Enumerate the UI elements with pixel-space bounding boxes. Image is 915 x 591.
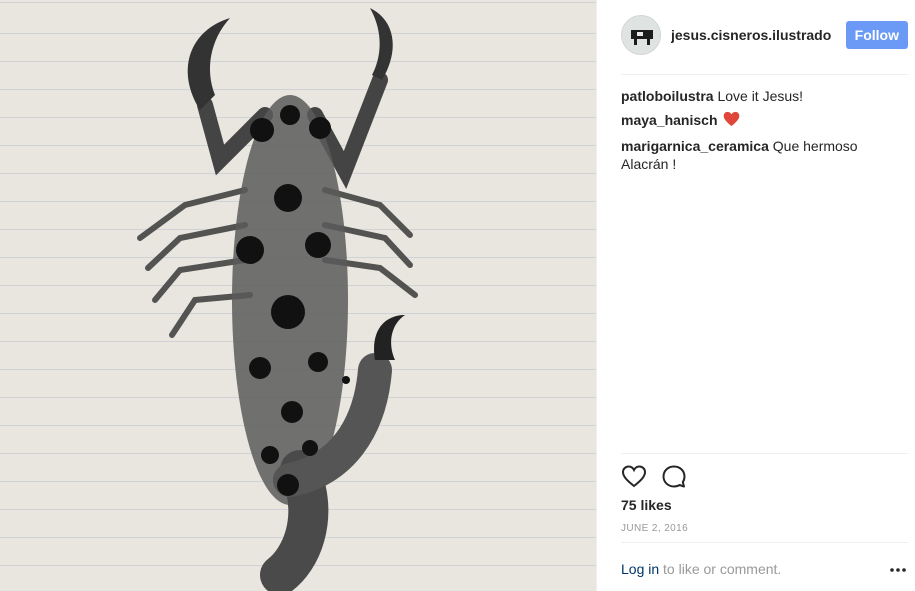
login-prompt: Log in to like or comment. — [621, 561, 781, 577]
scorpion-drawing — [137, 8, 418, 591]
post-date[interactable]: June 2, 2016 — [621, 523, 688, 534]
login-link[interactable]: Log in — [621, 561, 659, 577]
comment-item: maya_hanisch — [621, 111, 901, 131]
red-heart-emoji-icon — [723, 111, 740, 131]
divider — [621, 542, 908, 543]
comment-text: Love it Jesus! — [717, 88, 804, 104]
follow-button[interactable]: Follow — [845, 21, 908, 49]
more-options-icon[interactable] — [889, 562, 907, 578]
username[interactable]: jesus.cisneros.ilustrador — [671, 27, 831, 43]
action-bar — [621, 463, 701, 491]
comment-list: patloboilustra Love it Jesus! maya_hanis… — [621, 87, 901, 179]
post-image[interactable] — [0, 0, 596, 591]
login-suffix: to like or comment. — [663, 561, 782, 577]
speech-bubble-icon[interactable] — [661, 464, 687, 490]
avatar[interactable] — [621, 15, 661, 55]
avatar-image — [631, 30, 653, 45]
comment-author[interactable]: marigarnica_ceramica — [621, 138, 769, 154]
comment-author[interactable]: patloboilustra — [621, 88, 714, 104]
likes-count[interactable]: 75 likes — [621, 497, 672, 513]
divider — [621, 453, 908, 454]
heart-outline-icon[interactable] — [621, 464, 647, 490]
post-sidebar: jesus.cisneros.ilustrador Follow patlobo… — [596, 0, 915, 591]
comment-item: patloboilustra Love it Jesus! — [621, 87, 901, 105]
comment-author[interactable]: maya_hanisch — [621, 112, 718, 128]
post-header: jesus.cisneros.ilustrador Follow — [621, 15, 908, 55]
divider — [621, 74, 908, 75]
comment-item: marigarnica_ceramica Que hermoso Alacrán… — [621, 137, 901, 173]
